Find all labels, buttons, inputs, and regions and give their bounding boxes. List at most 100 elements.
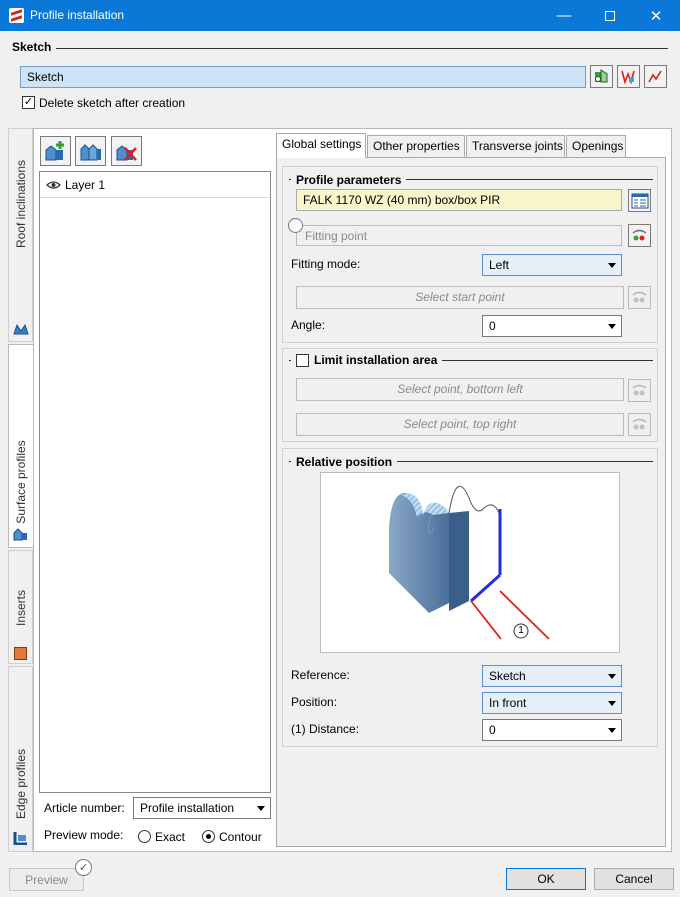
profile-input[interactable]: FALK 1170 WZ (40 mm) box/box PIR <box>296 189 622 211</box>
bottom-left-placeholder: Select point, bottom left <box>397 382 523 396</box>
fitting-point-input[interactable]: Fitting point <box>296 225 622 246</box>
reference-label: Reference: <box>291 668 350 682</box>
tab-surface-profiles-label: Surface profiles <box>14 440 28 524</box>
pick-bottom-left-button <box>628 379 651 402</box>
minimize-icon: — <box>556 7 572 24</box>
catalog-icon <box>631 193 648 208</box>
fitting-point-placeholder: Fitting point <box>305 229 368 243</box>
maximize-button[interactable] <box>587 0 633 31</box>
chevron-down-icon <box>608 674 616 679</box>
bottom-left-point-input: Select point, bottom left <box>296 378 624 401</box>
top-right-point-input: Select point, top right <box>296 413 624 436</box>
distance-select[interactable]: 0 <box>482 719 622 741</box>
preview-check-icon: ✓ <box>75 859 92 876</box>
delete-sketch-label: Delete sketch after creation <box>39 96 186 110</box>
checkmark-icon: ✓ <box>23 96 34 108</box>
tab-roof-inclinations[interactable]: Roof inclinations <box>8 128 33 342</box>
close-icon: ✕ <box>649 7 663 25</box>
layer-list <box>39 171 271 793</box>
close-button[interactable]: ✕ <box>633 0 679 31</box>
app-logo-icon <box>9 8 24 23</box>
fitting-point-handle[interactable] <box>288 218 303 233</box>
list-item[interactable]: Layer 1 <box>40 172 270 198</box>
tab-inserts-label: Inserts <box>14 590 28 627</box>
relative-position-title: Relative position <box>291 455 398 469</box>
preview-contour-label: Contour <box>219 830 262 844</box>
tab-edge-profiles[interactable]: Edge profiles <box>8 666 33 852</box>
tab-transverse-joints[interactable]: Transverse joints <box>466 135 565 157</box>
relative-position-preview: 1 <box>320 472 620 653</box>
minimize-button[interactable]: — <box>541 0 587 31</box>
draw-sketch-button[interactable] <box>617 65 640 88</box>
profile-catalog-button[interactable] <box>628 189 651 212</box>
duplicate-layer-icon <box>80 144 101 161</box>
tab-edge-profiles-label: Edge profiles <box>14 748 28 820</box>
pick-fitting-point-button[interactable] <box>628 224 651 247</box>
preview-contour-radio[interactable] <box>202 830 215 843</box>
preview-mode-label: Preview mode: <box>44 828 124 842</box>
reference-select[interactable]: Sketch <box>482 665 622 687</box>
window-title: Profile installation <box>30 8 125 22</box>
sketch-group-line <box>12 48 668 49</box>
pick-point-icon <box>632 418 647 430</box>
select-sketch-icon <box>595 69 608 83</box>
tab-surface-profiles[interactable]: Surface profiles <box>8 344 33 548</box>
distance-marker-label: 1 <box>518 625 524 636</box>
position-value: In front <box>489 696 527 710</box>
delete-layer-button[interactable] <box>111 136 142 166</box>
pick-start-point-button <box>628 286 651 309</box>
edit-sketch-button[interactable] <box>644 65 667 88</box>
sketch-input[interactable]: Sketch <box>20 66 586 88</box>
chevron-down-icon <box>257 806 265 811</box>
angle-label: Angle: <box>291 318 326 332</box>
duplicate-layer-button[interactable] <box>75 136 106 166</box>
edit-sketch-icon <box>648 70 662 83</box>
preview-button: Preview <box>9 868 84 891</box>
roof-inclinations-icon <box>13 323 29 335</box>
draw-sketch-icon <box>621 70 635 85</box>
fitting-mode-select[interactable]: Left <box>482 254 622 276</box>
chevron-down-icon <box>608 324 616 329</box>
edge-profiles-icon <box>13 832 27 845</box>
delete-sketch-checkbox[interactable]: ✓ <box>22 96 35 109</box>
start-point-placeholder: Select start point <box>415 290 505 304</box>
position-label: Position: <box>291 695 338 709</box>
article-number-label: Article number: <box>44 801 125 815</box>
tab-other-properties[interactable]: Other properties <box>367 135 465 157</box>
pick-point-icon <box>632 384 647 396</box>
angle-select[interactable]: 0 <box>482 315 622 337</box>
reference-value: Sketch <box>489 669 526 683</box>
delete-layer-icon <box>116 145 137 161</box>
distance-label: (1) Distance: <box>291 722 360 736</box>
fitting-mode-value: Left <box>489 258 510 272</box>
cancel-button[interactable]: Cancel <box>594 868 674 890</box>
pick-top-right-button <box>628 413 651 436</box>
title-bar: Profile installation — ✕ <box>0 0 680 31</box>
chevron-down-icon <box>608 701 616 706</box>
position-select[interactable]: In front <box>482 692 622 714</box>
chevron-down-icon <box>608 263 616 268</box>
maximize-icon <box>605 10 615 21</box>
tab-inserts[interactable]: Inserts <box>8 550 33 664</box>
add-layer-button[interactable] <box>40 136 71 166</box>
pick-point-icon <box>632 291 647 303</box>
tab-global-settings[interactable]: Global settings <box>276 133 366 158</box>
limit-area-title: Limit installation area <box>314 353 443 367</box>
ok-button[interactable]: OK <box>506 868 586 890</box>
article-number-value: Profile installation <box>140 801 235 815</box>
profile-parameters-title: Profile parameters <box>291 173 407 187</box>
article-number-select[interactable]: Profile installation <box>133 797 271 819</box>
tab-openings[interactable]: Openings <box>566 135 626 157</box>
fitting-mode-label: Fitting mode: <box>291 257 361 271</box>
tab-roof-inclinations-label: Roof inclinations <box>14 159 28 249</box>
preview-exact-label: Exact <box>155 830 186 844</box>
preview-exact-radio[interactable] <box>138 830 151 843</box>
pick-point-icon <box>632 229 647 241</box>
eye-icon[interactable] <box>46 180 61 190</box>
layer-label: Layer 1 <box>65 178 106 192</box>
add-layer-icon <box>45 141 64 161</box>
select-sketch-button[interactable] <box>590 65 613 88</box>
limit-area-checkbox[interactable] <box>296 354 309 367</box>
top-right-placeholder: Select point, top right <box>403 417 517 431</box>
chevron-down-icon <box>608 728 616 733</box>
